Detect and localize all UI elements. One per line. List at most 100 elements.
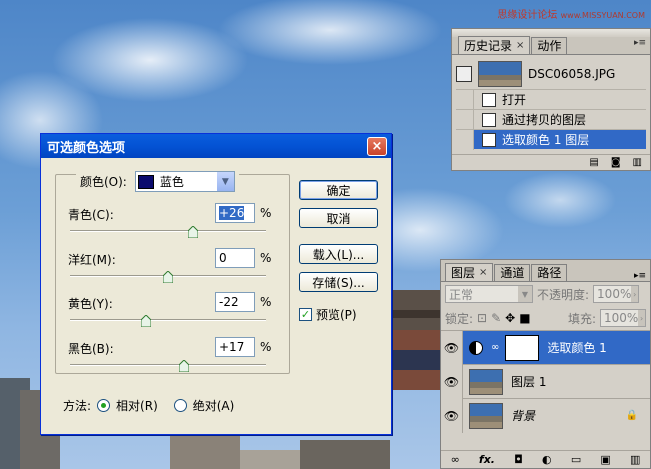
mask-icon[interactable]: ◘ (514, 453, 523, 466)
new-document-icon[interactable]: ▤ (589, 157, 598, 168)
history-snapshot[interactable]: DSC06058.JPG (456, 59, 646, 89)
load-button[interactable]: 载入(L)... (299, 244, 378, 264)
yellow-slider-thumb[interactable] (141, 315, 152, 327)
trash-icon[interactable]: ▥ (633, 157, 642, 168)
chevron-down-icon: ▼ (518, 286, 532, 302)
tab-history[interactable]: 历史记录 × (458, 36, 531, 54)
black-slider-thumb[interactable] (178, 360, 189, 372)
dialog-titlebar[interactable]: 可选颜色选项 (41, 134, 391, 158)
snapshot-name: DSC06058.JPG (528, 67, 616, 81)
magenta-slider-thumb[interactable] (163, 271, 173, 283)
checkmark-icon[interactable]: ✓ (299, 308, 312, 321)
layer-thumbnail (469, 402, 503, 429)
yellow-value: -22 (219, 295, 239, 309)
chevron-right-icon: › (638, 310, 645, 326)
fx-icon[interactable]: fx. (479, 453, 495, 466)
layers-panel: 图层 × 通道 路径 ▸≡ 正常 ▼ 不透明度: 100% › 锁定: ⊡ ✎ … (440, 259, 651, 469)
magenta-input[interactable]: 0 (215, 248, 255, 268)
tab-paths[interactable]: 路径 (531, 264, 568, 281)
yellow-slider-track[interactable] (70, 319, 266, 321)
blend-mode-value: 正常 (449, 287, 474, 302)
color-label: 颜色(O): (80, 175, 127, 189)
history-item-open[interactable]: 打开 (456, 89, 646, 110)
history-item-copy-layer[interactable]: 通过拷贝的图层 (456, 109, 646, 130)
yellow-label: 黄色(Y): (68, 297, 113, 311)
watermark-text: 思缘设计论坛 (497, 10, 558, 21)
lock-transparent-icon[interactable]: ⊡ (477, 311, 487, 325)
trash-icon[interactable]: ▥ (630, 453, 640, 466)
ok-button[interactable]: 确定 (299, 180, 378, 200)
snapshot-brush-icon[interactable] (456, 66, 472, 82)
magenta-unit: % (260, 251, 272, 265)
chain-link-icon[interactable]: ∞ (491, 342, 499, 353)
lock-icon: 🔒 (625, 410, 638, 421)
method-label: 方法: (63, 399, 92, 413)
layers-tabs: 图层 × 通道 路径 ▸≡ (441, 260, 650, 282)
layer-background[interactable]: 👁 背景 🔒 (441, 398, 650, 433)
lock-row: 锁定: ⊡ ✎ ✥ ■ 填充: 100% › (441, 306, 650, 330)
layer-selective-color[interactable]: 👁 ∞ 选取颜色 1 (441, 330, 650, 365)
watermark-site: www.MISSYUAN.COM (560, 11, 645, 20)
history-tabs: 历史记录 × 动作 (452, 36, 650, 55)
color-swatch (137, 174, 154, 189)
tab-layers[interactable]: 图层 × (445, 263, 494, 281)
fill-value: 100% (604, 311, 639, 325)
history-brush-source[interactable] (456, 129, 474, 150)
history-brush-source[interactable] (456, 109, 474, 130)
layers-footer: ∞ fx. ◘ ◐ ▭ ▣ ▥ (441, 450, 650, 468)
selective-color-dialog: 可选颜色选项 × 颜色(O): 蓝色 ▼ 青色(C): +26 % 洋红(M):… (40, 133, 392, 435)
chevron-down-icon[interactable]: ▼ (216, 172, 234, 191)
close-icon[interactable]: × (479, 265, 487, 281)
tab-paths-label: 路径 (537, 266, 562, 280)
history-footer: ▤ ◙ ▥ (452, 154, 650, 170)
color-select[interactable]: 蓝色 ▼ (134, 171, 235, 192)
camera-icon[interactable]: ◙ (611, 157, 621, 168)
lock-all-icon[interactable]: ■ (519, 311, 530, 325)
method-absolute-label: 绝对(A) (192, 399, 235, 413)
save-button[interactable]: 存储(S)... (299, 272, 378, 292)
cancel-button[interactable]: 取消 (299, 208, 378, 228)
method-relative-radio[interactable] (97, 399, 111, 412)
black-slider-track[interactable] (70, 364, 266, 366)
cyan-slider-track[interactable] (70, 230, 266, 232)
history-step-icon (482, 112, 496, 127)
tab-channels[interactable]: 通道 (494, 264, 531, 281)
panel-menu-icon[interactable]: ▸≡ (634, 38, 646, 48)
method-row: 方法: 相对(R) 绝对(A) (63, 397, 234, 414)
method-absolute-radio[interactable] (173, 399, 187, 412)
layer-1[interactable]: 👁 图层 1 (441, 364, 650, 399)
eye-icon[interactable]: 👁 (441, 364, 463, 399)
cyan-unit: % (260, 206, 272, 220)
cyan-input[interactable]: +26 (215, 203, 255, 223)
layer-mask-thumbnail[interactable] (505, 334, 540, 361)
history-step-icon (482, 132, 496, 147)
eye-icon[interactable]: 👁 (441, 330, 463, 365)
black-input[interactable]: +17 (215, 337, 255, 357)
tab-actions-label: 动作 (537, 39, 562, 53)
folder-icon[interactable]: ▭ (571, 453, 581, 466)
layer-name: 背景 (511, 409, 536, 423)
history-step-icon (482, 92, 496, 107)
blend-mode-select[interactable]: 正常 ▼ (445, 285, 533, 303)
preview-label: 预览(P) (316, 308, 357, 322)
history-brush-source[interactable] (456, 89, 474, 110)
cyan-slider-thumb[interactable] (188, 226, 199, 238)
fill-input[interactable]: 100% › (600, 309, 646, 327)
link-icon[interactable]: ∞ (451, 453, 460, 466)
tab-channels-label: 通道 (500, 266, 525, 280)
preview-checkbox[interactable]: ✓ 预览(P) (299, 306, 357, 323)
adjustment-icon[interactable]: ◐ (542, 453, 552, 466)
yellow-input[interactable]: -22 (215, 292, 255, 312)
close-icon[interactable]: × (516, 38, 524, 54)
tab-actions[interactable]: 动作 (531, 37, 568, 54)
lock-brush-icon[interactable]: ✎ (491, 311, 501, 325)
blend-row: 正常 ▼ 不透明度: 100% › (441, 282, 650, 306)
opacity-input[interactable]: 100% › (593, 285, 640, 303)
eye-icon[interactable]: 👁 (441, 398, 463, 433)
close-button[interactable]: × (367, 137, 387, 156)
cyan-label: 青色(C): (68, 208, 114, 222)
new-layer-icon[interactable]: ▣ (600, 453, 610, 466)
lock-move-icon[interactable]: ✥ (505, 311, 515, 325)
panel-menu-icon[interactable]: ▸≡ (634, 271, 646, 281)
history-item-selective-color[interactable]: 选取颜色 1 图层 (456, 129, 646, 150)
